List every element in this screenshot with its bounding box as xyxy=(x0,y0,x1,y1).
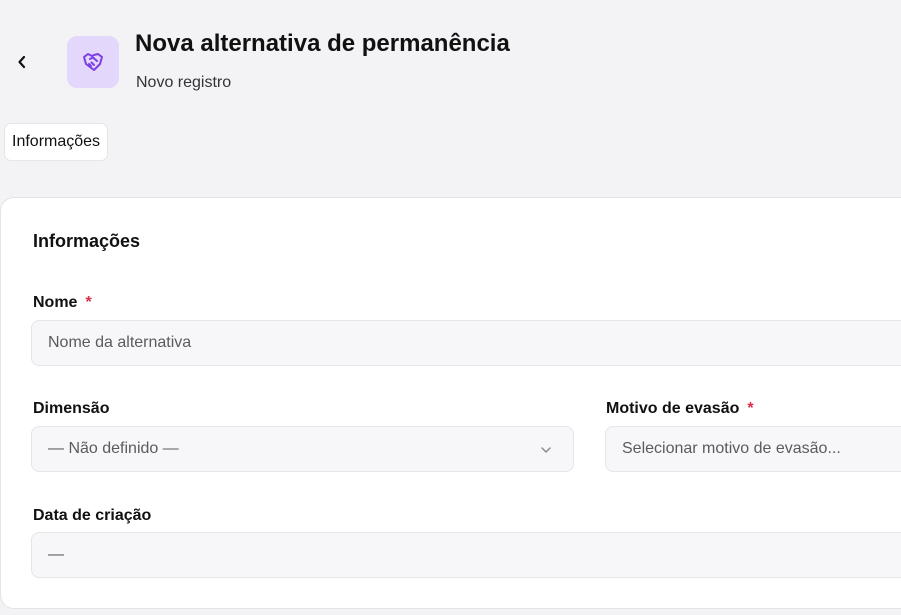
section-title: Informações xyxy=(33,231,141,251)
dimensao-select[interactable]: — Não definido — xyxy=(31,426,574,472)
page-title: Nova alternativa de permanência xyxy=(135,30,510,57)
nome-label-text: Nome xyxy=(33,294,78,311)
dimensao-label: Dimensão xyxy=(33,400,110,417)
app-icon xyxy=(67,36,119,88)
handshake-icon xyxy=(83,53,103,71)
back-button[interactable] xyxy=(10,48,34,76)
form-card: Informações Nome * Nome da alternativa Di… xyxy=(0,197,901,609)
dimensao-value: — Não definido — xyxy=(48,440,179,457)
motivo-select[interactable]: Selecionar motivo de evasão... xyxy=(605,426,901,472)
nome-label: Nome * xyxy=(33,294,92,312)
motivo-label: Motivo de evasão * xyxy=(606,400,754,418)
required-marker: * xyxy=(85,294,92,311)
page-subtitle: Novo registro xyxy=(136,74,232,91)
chevron-left-icon xyxy=(18,55,26,69)
required-marker: * xyxy=(747,400,754,417)
nome-input[interactable]: Nome da alternativa xyxy=(31,320,901,366)
chevron-down-icon xyxy=(541,447,551,453)
data-criacao-field: — xyxy=(31,532,901,578)
motivo-label-text: Motivo de evasão xyxy=(606,400,740,417)
data-criacao-label: Data de criação xyxy=(33,507,152,524)
tab-informacoes[interactable]: Informações xyxy=(5,124,108,160)
